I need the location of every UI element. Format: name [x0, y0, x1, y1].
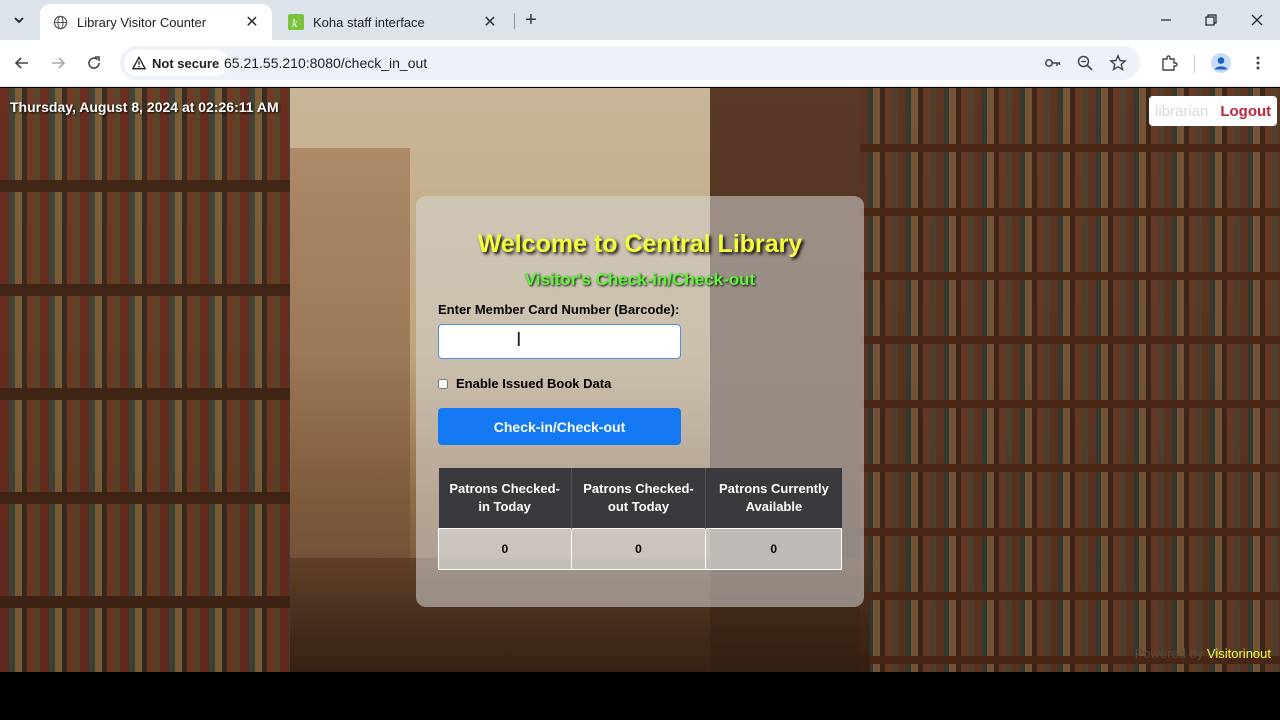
- url-text[interactable]: 65.21.55.210:8080/check_in_out: [224, 55, 427, 71]
- checkin-checkout-button[interactable]: Check-in/Check-out: [438, 408, 681, 445]
- value-checked-out: 0: [570, 527, 707, 570]
- header-currently-available: Patrons Currently Available: [705, 468, 842, 528]
- browser-toolbar: Not secure 65.21.55.210:8080/check_in_ou…: [0, 40, 1280, 87]
- barcode-label: Enter Member Card Number (Barcode):: [438, 302, 680, 317]
- page-viewport: Thursday, August 8, 2024 at 02:26:11 AM …: [0, 88, 1280, 672]
- key-icon[interactable]: [1042, 52, 1064, 74]
- table-header-row: Patrons Checked-in Today Patrons Checked…: [438, 468, 842, 528]
- username: librarian: [1155, 102, 1209, 120]
- issued-book-checkbox[interactable]: [438, 378, 448, 389]
- warning-icon: [132, 56, 146, 70]
- current-datetime: Thursday, August 8, 2024 at 02:26:11 AM: [10, 99, 279, 115]
- koha-icon: k: [288, 14, 304, 30]
- star-icon[interactable]: [1107, 52, 1129, 74]
- powered-by: Powered by Visitorinout: [1135, 646, 1271, 661]
- page-subtitle: Visitor's Check-in/Check-out: [524, 270, 756, 289]
- table-row: 0 0 0: [438, 527, 842, 570]
- page-title: Welcome to Central Library: [477, 230, 803, 258]
- reload-icon[interactable]: [82, 51, 106, 75]
- tab-title: Library Visitor Counter: [77, 14, 207, 30]
- patron-stats-table: Patrons Checked-in Today Patrons Checked…: [438, 468, 842, 570]
- zoom-icon[interactable]: [1074, 52, 1096, 74]
- tab-search-icon[interactable]: [6, 8, 32, 32]
- svg-text:k: k: [292, 16, 298, 30]
- security-chip[interactable]: Not secure: [124, 50, 230, 76]
- header-checked-in: Patrons Checked-in Today: [438, 468, 572, 528]
- menu-icon[interactable]: [1246, 51, 1270, 75]
- close-icon[interactable]: ✕: [482, 14, 498, 31]
- tab-koha-staff-interface[interactable]: k Koha staff interface ✕: [276, 4, 510, 40]
- issued-book-row: Enable Issued Book Data: [438, 376, 611, 391]
- restore-icon[interactable]: [1199, 8, 1223, 32]
- brand-link[interactable]: Visitorinout: [1207, 646, 1271, 661]
- browser-tab-bar: Library Visitor Counter ✕ k Koha staff i…: [0, 0, 1280, 40]
- checkin-card: Welcome to Central Library Visitor's Che…: [416, 196, 864, 607]
- background-building: [290, 148, 410, 568]
- value-currently-available: 0: [705, 527, 842, 570]
- logout-link[interactable]: Logout: [1220, 103, 1271, 120]
- forward-icon[interactable]: [46, 51, 70, 75]
- tab-library-visitor-counter[interactable]: Library Visitor Counter ✕: [40, 4, 272, 40]
- extensions-icon[interactable]: [1157, 51, 1181, 75]
- back-icon[interactable]: [10, 51, 34, 75]
- globe-icon: [52, 14, 68, 30]
- background-bookshelf-left: [0, 88, 290, 672]
- new-tab-icon[interactable]: +: [520, 9, 542, 31]
- background-bookshelf-right: [860, 88, 1280, 672]
- barcode-input[interactable]: [438, 324, 681, 359]
- value-checked-in: 0: [438, 527, 572, 570]
- close-icon[interactable]: ✕: [244, 14, 260, 31]
- powered-prefix: Powered by: [1134, 646, 1204, 661]
- tab-title: Koha staff interface: [313, 14, 425, 30]
- issued-book-label: Enable Issued Book Data: [456, 376, 612, 391]
- tab-separator: [514, 13, 515, 29]
- address-bar[interactable]: Not secure 65.21.55.210:8080/check_in_ou…: [120, 46, 1140, 80]
- window-close-icon[interactable]: [1245, 8, 1269, 32]
- minimize-icon[interactable]: [1154, 8, 1178, 32]
- toolbar-divider: [1194, 55, 1195, 73]
- user-box: librarian Logout: [1149, 96, 1278, 126]
- profile-icon[interactable]: [1209, 51, 1233, 75]
- header-checked-out: Patrons Checked-out Today: [570, 468, 706, 528]
- security-label: Not secure: [152, 55, 220, 71]
